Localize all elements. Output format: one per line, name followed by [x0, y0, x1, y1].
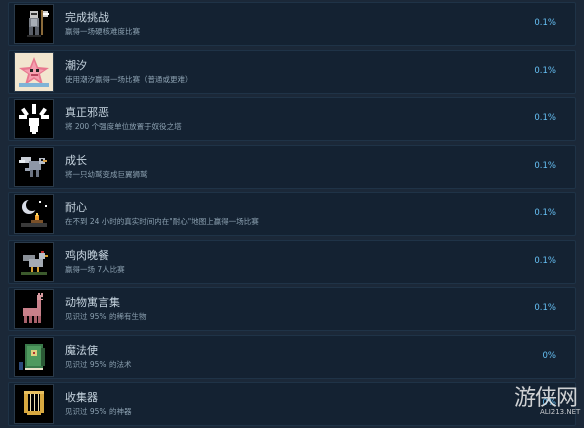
achievement-row[interactable]: 成长 将一只幼鹫变成巨翼狮鹫 0.1%: [8, 144, 576, 189]
achievement-title: 完成挑战: [65, 11, 109, 24]
achievements-page: 完成挑战 赢得一场硬核难度比赛 0.1% 潮汐 使用潮汐赢得一场比赛（普通或更难…: [0, 0, 584, 428]
achievement-description: 见识过 95% 的稀有生物: [65, 312, 147, 321]
evil-splash-icon: [14, 99, 54, 139]
achievement-title: 真正邪恶: [65, 106, 109, 119]
achievement-percent: 0%: [542, 398, 557, 408]
achievement-description: 赢得一场硬核难度比赛: [65, 27, 140, 36]
achievement-percent: 0.1%: [534, 18, 556, 28]
achievement-list: 完成挑战 赢得一场硬核难度比赛 0.1% 潮汐 使用潮汐赢得一场比赛（普通或更难…: [8, 0, 576, 428]
achievement-row[interactable]: 耐心 在不到 24 小时的真实时间内在"耐心"地图上赢得一场比赛 0.1%: [8, 192, 576, 236]
achievement-description: 将一只幼鹫变成巨翼狮鹫: [65, 169, 148, 179]
achievement-description: 见识过 95% 的法术: [65, 359, 132, 369]
achievement-row[interactable]: 真正邪恶 将 200 个强度单位放置于奴役之塔 0.1%: [8, 97, 576, 141]
knight-axe-icon: [14, 4, 54, 44]
achievement-row[interactable]: 鸡肉晚餐 赢得一场 7人比赛 0.1%: [8, 239, 576, 284]
griffin-icon: [14, 146, 54, 187]
spellbook-icon: [14, 336, 54, 377]
achievement-percent: 0.1%: [534, 65, 556, 76]
achievement-percent: 0.1%: [534, 255, 556, 266]
achievement-title: 收集器: [65, 391, 98, 404]
achievement-row[interactable]: 收集器 见识过 95% 的神器 0%: [8, 382, 576, 426]
achievement-description: 赢得一场 7人比赛: [65, 264, 125, 274]
achievement-row[interactable]: 魔法使 见识过 95% 的法术 0%: [8, 334, 576, 379]
achievement-row[interactable]: 完成挑战 赢得一场硬核难度比赛 0.1%: [8, 2, 576, 46]
achievement-percent: 0.1%: [534, 113, 556, 123]
achievement-description: 见识过 95% 的神器: [65, 407, 132, 416]
achievement-title: 动物寓言集: [65, 296, 120, 309]
achievement-percent: 0.1%: [534, 160, 556, 171]
achievement-percent: 0.1%: [534, 303, 556, 313]
achievement-percent: 0%: [542, 350, 557, 361]
achievement-row[interactable]: 潮汐 使用潮汐赢得一场比赛（普通或更难） 0.1%: [8, 49, 576, 94]
chicken-icon: [14, 241, 54, 282]
llama-icon: [14, 289, 54, 329]
achievement-percent: 0.1%: [534, 208, 556, 218]
starfish-icon: [14, 51, 54, 92]
achievement-row[interactable]: 动物寓言集 见识过 95% 的稀有生物 0.1%: [8, 287, 576, 331]
moon-campfire-icon: [14, 194, 54, 234]
achievement-title: 潮汐: [65, 58, 87, 72]
achievement-title: 耐心: [65, 201, 87, 214]
achievement-description: 在不到 24 小时的真实时间内在"耐心"地图上赢得一场比赛: [65, 217, 259, 226]
achievement-title: 成长: [65, 153, 87, 167]
achievement-title: 鸡肉晚餐: [65, 248, 109, 262]
achievement-title: 魔法使: [65, 343, 98, 357]
achievement-description: 使用潮汐赢得一场比赛（普通或更难）: [65, 74, 193, 84]
lyre-icon: [14, 384, 54, 424]
achievement-description: 将 200 个强度单位放置于奴役之塔: [65, 122, 182, 131]
